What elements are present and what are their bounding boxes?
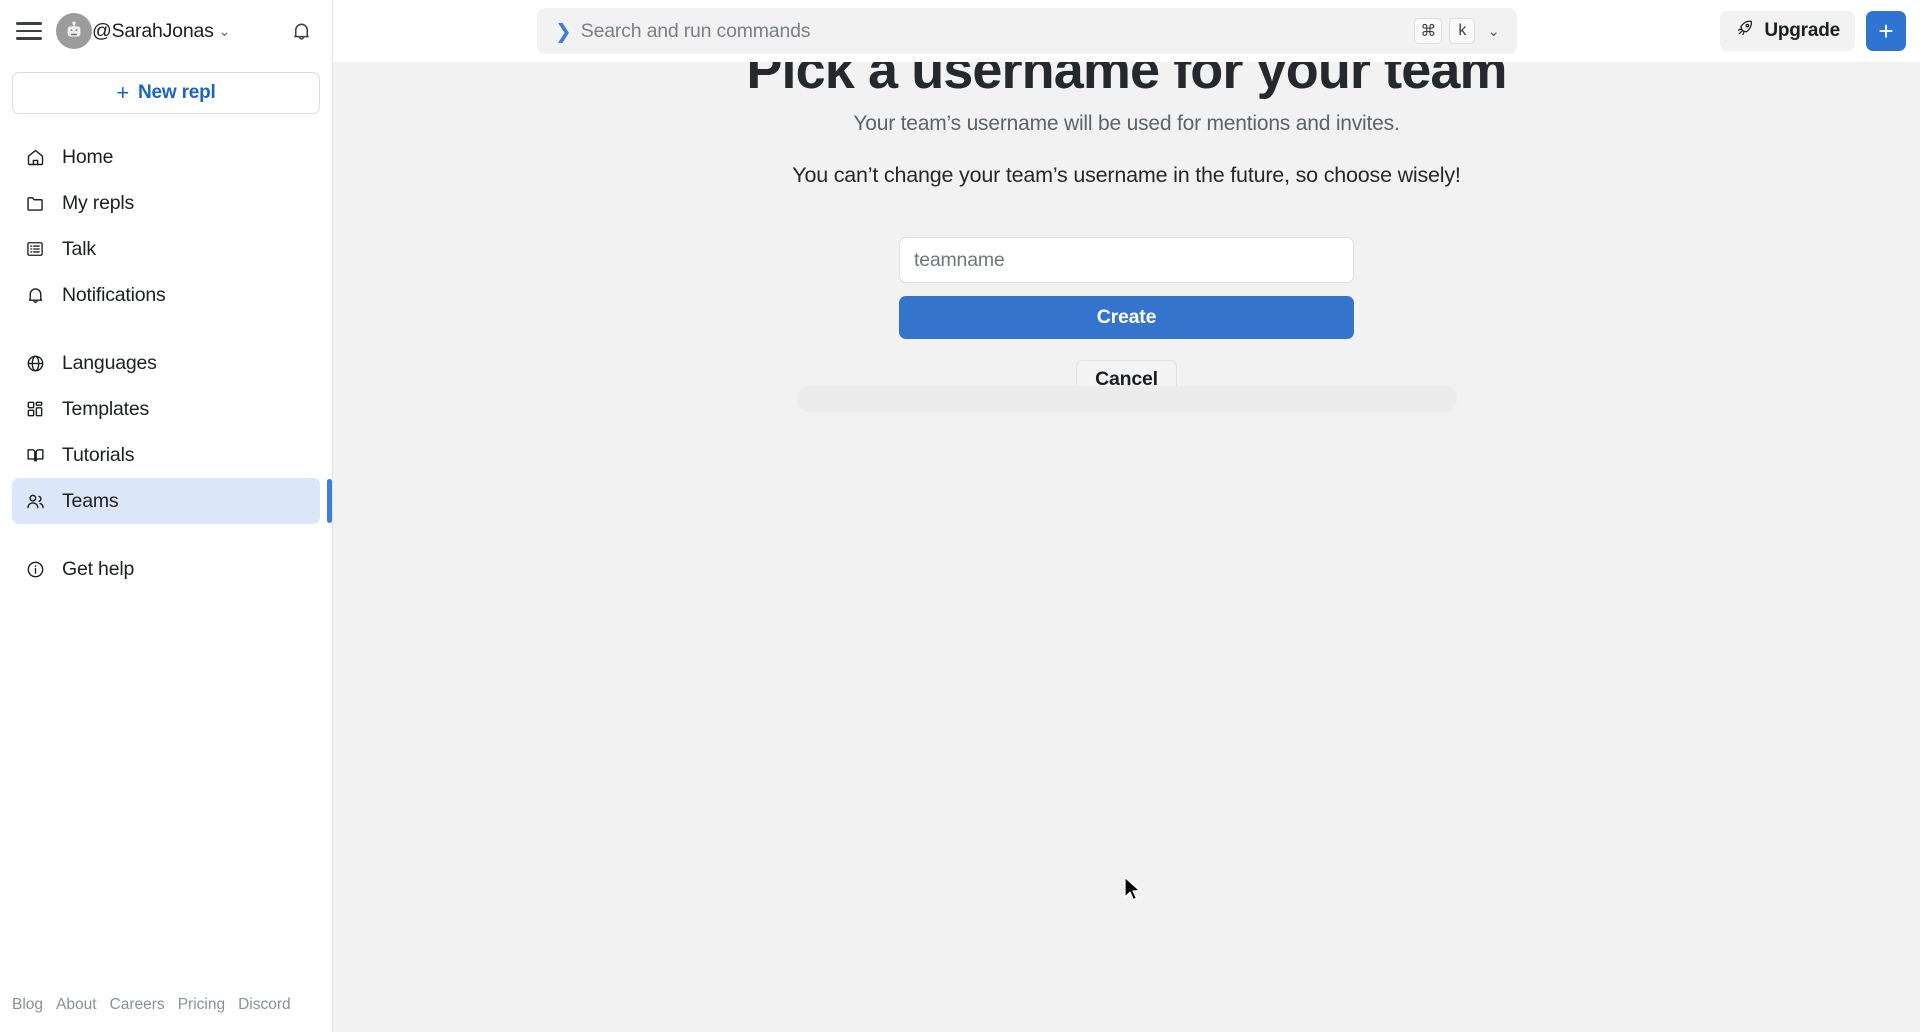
page-note: You can’t change your team’s username in…: [792, 163, 1461, 187]
page-title: Pick a username for your team: [746, 62, 1507, 100]
sidebar-item-home[interactable]: Home: [12, 134, 320, 180]
grid-icon: [24, 398, 46, 420]
notifications-bell-icon[interactable]: [284, 14, 318, 48]
content-scroll-area: Pick a username for your team Your team’…: [333, 62, 1920, 1032]
footer-link-pricing[interactable]: Pricing: [178, 996, 225, 1014]
sidebar-nav: Home My repls Talk Notifications Languag…: [0, 120, 332, 996]
rocket-icon: [1735, 18, 1755, 44]
footer-link-about[interactable]: About: [56, 996, 97, 1014]
sidebar-item-teams[interactable]: Teams: [12, 478, 332, 524]
create-new-button[interactable]: +: [1866, 11, 1906, 51]
create-button[interactable]: Create: [899, 296, 1354, 339]
new-repl-button[interactable]: + New repl: [12, 72, 320, 114]
footer-link-careers[interactable]: Careers: [110, 996, 165, 1014]
search-placeholder: Search and run commands: [580, 19, 811, 42]
sidebar-item-label: Tutorials: [62, 443, 135, 466]
bell-icon: [24, 284, 46, 306]
sidebar-item-label: Talk: [62, 237, 96, 260]
sidebar-item-tutorials[interactable]: Tutorials: [12, 432, 320, 478]
active-indicator-bar: [327, 479, 332, 523]
teamname-input[interactable]: [899, 237, 1354, 283]
users-icon: [24, 490, 46, 512]
sidebar-item-label: My repls: [62, 191, 135, 214]
new-repl-label: New repl: [138, 82, 216, 103]
sidebar-item-my-repls[interactable]: My repls: [12, 180, 320, 226]
sidebar-item-templates[interactable]: Templates: [12, 386, 320, 432]
top-bar: ❯ Search and run commands ⌘ k ⌄ Upgrade …: [333, 0, 1920, 62]
sidebar-footer-links: Blog About Careers Pricing Discord: [0, 996, 332, 1032]
kbd-k: k: [1449, 18, 1476, 44]
book-icon: [24, 444, 46, 466]
username-label: @SarahJonas: [92, 19, 214, 42]
hamburger-menu-icon[interactable]: [14, 16, 44, 46]
upgrade-label: Upgrade: [1764, 20, 1840, 41]
nav-divider-gap: [12, 318, 320, 340]
folder-icon: [24, 192, 46, 214]
home-icon: [24, 146, 46, 168]
sidebar-item-languages[interactable]: Languages: [12, 340, 320, 386]
sidebar-item-label: Templates: [62, 397, 150, 420]
sidebar-item-get-help[interactable]: Get help: [12, 546, 320, 592]
globe-icon: [24, 352, 46, 374]
nav-divider-gap: [12, 524, 320, 546]
new-repl-container: + New repl: [0, 62, 332, 120]
kbd-command-icon: ⌘: [1414, 18, 1443, 44]
list-icon: [24, 238, 46, 260]
app-root: @SarahJonas ⌄ + New repl Home My repls T…: [0, 0, 1920, 1032]
top-bar-actions: Upgrade +: [1720, 11, 1906, 51]
search-shortcut-keys: ⌘ k ⌄: [1414, 18, 1505, 44]
info-circle-icon: [24, 558, 46, 580]
chevron-down-icon: ⌄: [218, 22, 231, 39]
sidebar: @SarahJonas ⌄ + New repl Home My repls T…: [0, 0, 333, 1032]
sidebar-header: @SarahJonas ⌄: [0, 0, 332, 62]
sidebar-item-label: Teams: [62, 489, 119, 512]
sidebar-item-label: Notifications: [62, 283, 166, 306]
card-bottom-edge: [796, 386, 1457, 412]
search-input[interactable]: ❯ Search and run commands ⌘ k ⌄: [537, 8, 1517, 54]
plus-icon: +: [116, 80, 130, 105]
upgrade-button[interactable]: Upgrade: [1720, 11, 1855, 51]
sidebar-item-label: Home: [62, 145, 114, 168]
sidebar-item-label: Get help: [62, 557, 135, 580]
main-area: ❯ Search and run commands ⌘ k ⌄ Upgrade …: [333, 0, 1920, 1032]
avatar: [56, 13, 92, 49]
create-team-panel: Pick a username for your team Your team’…: [333, 62, 1920, 412]
chevron-right-icon: ❯: [555, 20, 572, 43]
sidebar-item-notifications[interactable]: Notifications: [12, 272, 320, 318]
sidebar-item-talk[interactable]: Talk: [12, 226, 320, 272]
sidebar-item-label: Languages: [62, 351, 157, 374]
page-subtitle: Your team’s username will be used for me…: [853, 112, 1400, 135]
chevron-down-icon[interactable]: ⌄: [1482, 22, 1505, 40]
footer-link-blog[interactable]: Blog: [12, 996, 43, 1014]
footer-link-discord[interactable]: Discord: [238, 996, 291, 1014]
create-team-form: Create Cancel: [899, 237, 1354, 398]
user-menu[interactable]: @SarahJonas ⌄: [56, 13, 230, 49]
